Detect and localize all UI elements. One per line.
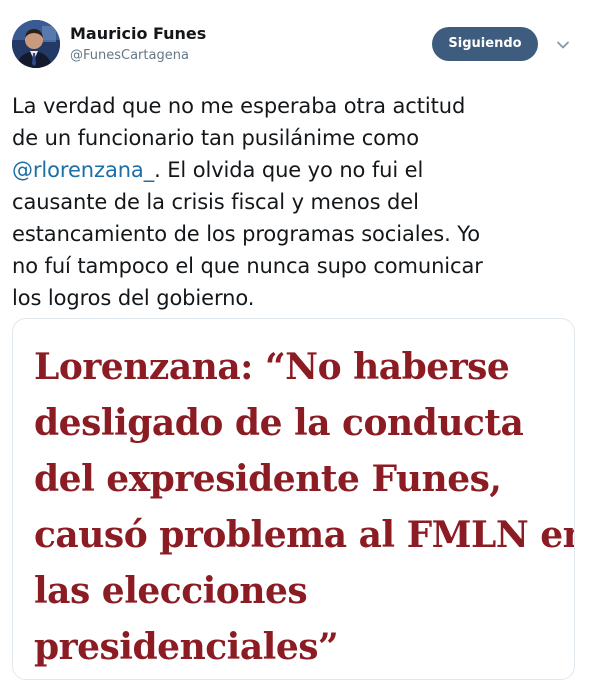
tweet-line: no fuí tampoco el que nunca supo comunic… — [12, 254, 483, 278]
tweet-line: La verdad que no me esperaba otra actitu… — [12, 94, 466, 118]
tweet-line: @rlorenzana_. El olvida que yo no fui el — [12, 154, 587, 186]
headline-line: presidenciales” — [34, 626, 339, 668]
avatar-image — [12, 20, 60, 68]
display-name[interactable]: Mauricio Funes — [70, 24, 206, 43]
headline-line: Lorenzana: “No haberse — [34, 346, 510, 388]
media-headline: Lorenzana: “No haberse desligado de la c… — [34, 339, 575, 675]
tweet-text: La verdad que no me esperaba otra actitu… — [12, 90, 587, 314]
tweet-line: causante de la crisis fiscal y menos del — [12, 190, 419, 214]
user-handle[interactable]: @FunesCartagena — [70, 48, 189, 63]
mention-link[interactable]: @rlorenzana_ — [12, 158, 154, 182]
following-button[interactable]: Siguiendo — [432, 27, 538, 61]
tweet-line-text: . El olvida que yo no fui el — [154, 158, 424, 182]
tweet-line: de un funcionario tan pusilánime como — [12, 126, 420, 150]
headline-line: las elecciones — [34, 570, 308, 612]
tweet-line: estancamiento de los programas sociales.… — [12, 222, 480, 246]
headline-line: del expresidente Funes, — [34, 458, 502, 500]
chevron-down-icon[interactable] — [554, 36, 572, 54]
headline-line: causó problema al FMLN en — [34, 514, 575, 556]
tweet: Mauricio Funes @FunesCartagena Siguiendo… — [0, 0, 590, 680]
avatar[interactable] — [12, 20, 60, 68]
headline-line: desligado de la conducta — [34, 402, 524, 444]
media-image[interactable]: Lorenzana: “No haberse desligado de la c… — [12, 318, 575, 680]
tweet-line: los logros del gobierno. — [12, 286, 255, 310]
